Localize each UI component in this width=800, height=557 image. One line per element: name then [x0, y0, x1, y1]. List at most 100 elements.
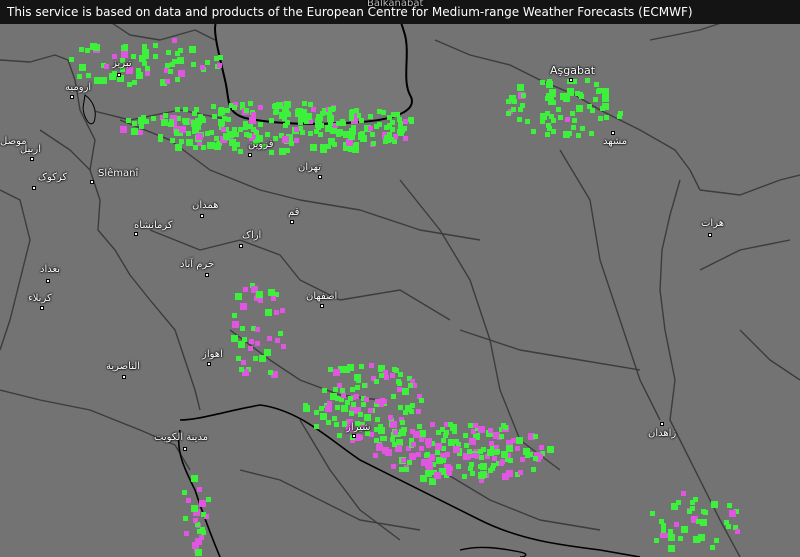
precip-pixel: [454, 439, 459, 444]
precip-pixel: [441, 458, 446, 463]
precip-pixel: [400, 128, 405, 133]
precip-pixel: [558, 115, 563, 120]
precip-pixel: [104, 64, 109, 69]
precip-pixel: [151, 116, 156, 121]
precip-pixel: [373, 453, 378, 458]
city-label-kuwait-city: مدينة الكويت: [154, 432, 209, 443]
precip-pixel: [349, 114, 354, 119]
precip-pixel: [478, 426, 485, 433]
precip-pixel: [429, 478, 436, 485]
precip-pixel: [452, 429, 457, 434]
precip-pixel: [200, 65, 205, 70]
precip-pixel: [325, 405, 332, 412]
precip-pixel: [594, 82, 599, 87]
precip-pixel: [175, 77, 180, 82]
precip-pixel: [341, 121, 346, 126]
precip-pixel: [506, 111, 511, 116]
city-marker-qom: [290, 220, 294, 224]
precip-pixel: [196, 133, 203, 140]
weather-map[interactable]: This service is based on data and produc…: [0, 0, 800, 557]
precip-pixel: [255, 327, 260, 332]
precip-pixel: [441, 438, 446, 443]
precip-pixel: [226, 117, 231, 122]
precip-pixel: [348, 145, 355, 152]
precip-pixel: [435, 450, 440, 455]
precip-pixel: [531, 467, 536, 472]
precip-pixel: [258, 122, 263, 127]
precip-pixel: [411, 442, 416, 447]
precip-pixel: [231, 335, 238, 342]
precip-pixel: [295, 109, 300, 114]
precip-pixel: [247, 133, 252, 138]
precip-pixel: [166, 50, 171, 55]
precip-pixel: [251, 112, 256, 117]
precip-pixel: [374, 124, 379, 129]
precip-pixel: [409, 117, 414, 122]
precip-pixel: [693, 536, 698, 541]
precip-pixel: [487, 449, 494, 456]
precip-pixel: [240, 326, 245, 331]
precip-pixel: [360, 135, 367, 142]
precip-pixel: [371, 141, 376, 146]
precip-pixel: [131, 128, 138, 135]
precip-pixel: [690, 500, 695, 505]
precip-pixel: [462, 474, 467, 479]
city-marker-qazvin: [248, 153, 252, 157]
city-marker-hamadan: [200, 214, 204, 218]
city-label-zahedan: زاهدان: [648, 428, 677, 439]
precip-pixel: [282, 116, 287, 121]
precip-pixel: [547, 446, 554, 453]
precip-pixel: [398, 405, 403, 410]
precip-pixel: [214, 143, 221, 150]
precip-pixel: [158, 137, 163, 142]
precip-pixel: [139, 55, 146, 62]
precip-pixel: [314, 410, 319, 415]
precip-pixel: [258, 298, 263, 303]
precip-pixel: [575, 91, 580, 96]
map-canvas: [0, 0, 800, 557]
precip-pixel: [178, 48, 183, 53]
precip-pixel: [356, 378, 361, 383]
precip-pixel: [463, 453, 470, 460]
city-label-qazvin: قزوین: [248, 139, 274, 150]
precip-pixel: [275, 338, 280, 343]
precip-pixel: [654, 538, 659, 543]
precip-pixel: [501, 423, 506, 428]
precip-pixel: [238, 149, 243, 154]
precip-pixel: [199, 500, 206, 507]
precip-pixel: [370, 132, 375, 137]
precip-pixel: [282, 136, 289, 143]
city-marker-baghdad: [46, 279, 50, 283]
precip-pixel: [389, 137, 394, 142]
precip-pixel: [448, 422, 453, 427]
precip-pixel: [516, 437, 523, 444]
precip-pixel: [453, 446, 460, 453]
precip-pixel: [390, 437, 395, 442]
precip-pixel: [301, 115, 306, 120]
precip-pixel: [359, 118, 364, 123]
precip-pixel: [328, 138, 335, 145]
precip-pixel: [493, 433, 498, 438]
precip-pixel: [570, 111, 575, 116]
precip-pixel: [650, 511, 655, 516]
precip-pixel: [668, 534, 675, 541]
city-label-ahvaz: اهواز: [202, 349, 223, 360]
precip-pixel: [678, 536, 683, 541]
precip-pixel: [232, 105, 237, 110]
precip-pixel: [376, 444, 383, 451]
precip-pixel: [234, 132, 239, 137]
precip-pixel: [264, 349, 271, 356]
precip-pixel: [539, 445, 544, 450]
precip-pixel: [445, 452, 450, 457]
precip-pixel: [314, 129, 319, 134]
precip-pixel: [169, 119, 174, 124]
city-label-hamadan: همدان: [192, 200, 219, 211]
precip-pixel: [726, 524, 731, 529]
city-label-tabriz: تبریز: [112, 58, 132, 69]
precip-pixel: [410, 403, 415, 408]
city-label-ashgabat: Aşgabat: [550, 64, 596, 77]
precip-pixel: [325, 125, 332, 132]
precip-pixel: [179, 126, 186, 133]
precip-pixel: [440, 427, 445, 432]
precip-pixel: [361, 402, 366, 407]
